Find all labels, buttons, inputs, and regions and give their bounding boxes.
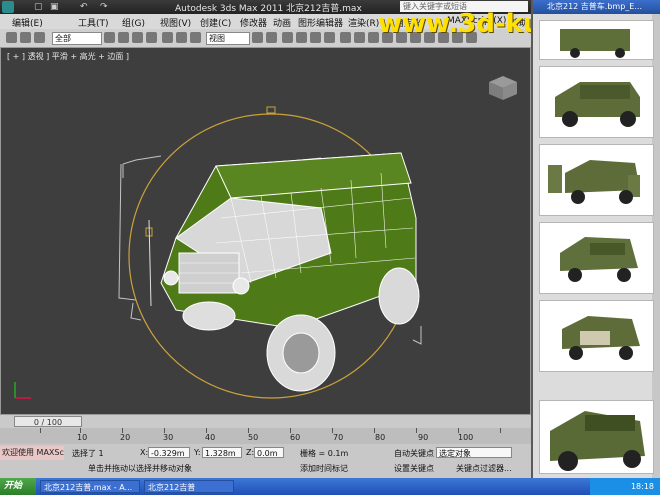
undo-tool-icon[interactable] xyxy=(6,32,17,43)
rectangle-selection-icon[interactable] xyxy=(132,32,143,43)
viewcube-icon[interactable] xyxy=(483,72,521,102)
window-title: Autodesk 3ds Max 2011 北京212吉普.max xyxy=(175,4,362,14)
tick-label: 50 xyxy=(248,433,259,442)
tick-label: 70 xyxy=(333,433,344,442)
start-button[interactable]: 开始 xyxy=(0,478,36,495)
percent-snap-icon[interactable] xyxy=(310,32,321,43)
spinner-snap-icon[interactable] xyxy=(324,32,335,43)
menu-modifiers[interactable]: 修改器 xyxy=(240,16,267,29)
status-panel: 选择了 1 X: -0.329m Y: 1.328m Z: 0.0m 栅格 = … xyxy=(0,444,531,478)
taskbar-item[interactable]: 北京212吉普.max - A... xyxy=(40,480,140,493)
redo-icon[interactable]: ↷ xyxy=(100,2,108,12)
x-label: X: xyxy=(140,448,149,457)
move-icon[interactable] xyxy=(162,32,173,43)
auto-key-button[interactable]: 自动关键点 xyxy=(394,448,434,459)
time-slider[interactable]: 0 / 100 xyxy=(0,415,531,428)
track-bar[interactable]: 10 20 30 40 50 60 70 80 90 100 xyxy=(0,428,531,444)
rotate-icon[interactable] xyxy=(176,32,187,43)
tick-label: 60 xyxy=(290,433,301,442)
app-logo-icon[interactable] xyxy=(2,1,14,13)
menu-rendering[interactable]: 渲染(R) xyxy=(348,16,379,29)
tick-label: 90 xyxy=(418,433,429,442)
vehicle-wireframe-model[interactable] xyxy=(1,48,531,415)
y-coordinate-field[interactable]: 1.328m xyxy=(202,447,242,458)
taskbar-item[interactable]: 北京212吉普 xyxy=(144,480,234,493)
menu-group[interactable]: 组(G) xyxy=(122,16,145,29)
status-prompt: 单击并拖动以选择并移动对象 xyxy=(88,464,192,473)
image-viewer-window: 北京212 吉普车.bmp_E... xyxy=(531,0,660,478)
menu-views[interactable]: 视图(V) xyxy=(160,16,191,29)
key-filters-button[interactable]: 关键点过滤器... xyxy=(456,463,512,474)
set-key-button[interactable]: 设置关键点 xyxy=(394,463,434,474)
reference-photo[interactable] xyxy=(539,144,654,216)
x-coordinate-field[interactable]: -0.329m xyxy=(148,447,190,458)
pivot-center-icon[interactable] xyxy=(252,32,263,43)
add-time-tag-button[interactable]: 添加时间标记 xyxy=(300,463,348,474)
reference-photo[interactable] xyxy=(539,400,654,474)
reference-photo[interactable] xyxy=(539,20,654,60)
undo-icon[interactable]: ↶ xyxy=(80,2,88,12)
select-object-icon[interactable] xyxy=(104,32,115,43)
reference-photo[interactable] xyxy=(539,300,654,372)
menu-edit[interactable]: 编辑(E) xyxy=(12,16,43,29)
reference-coordinate-select[interactable]: 视图 xyxy=(206,32,250,45)
perspective-viewport[interactable]: [ + ] 透视 ] 平滑 + 高光 + 边面 ] xyxy=(0,47,531,415)
windows-taskbar: 开始 北京212吉普.max - A... 北京212吉普 18:18 xyxy=(0,478,660,495)
menu-tools[interactable]: 工具(T) xyxy=(78,16,109,29)
window-crossing-icon[interactable] xyxy=(146,32,157,43)
tick-label: 40 xyxy=(205,433,216,442)
maxscript-listener[interactable]: 欢迎使用 MAXSc xyxy=(0,446,64,460)
selection-filter-select[interactable]: 全部 xyxy=(52,32,102,45)
system-clock[interactable]: 18:18 xyxy=(590,478,660,495)
selected-object-select[interactable]: 选定对象 xyxy=(436,447,512,458)
scale-icon[interactable] xyxy=(190,32,201,43)
y-label: Y: xyxy=(194,448,201,457)
unlink-icon[interactable] xyxy=(34,32,45,43)
tick-label: 100 xyxy=(458,433,474,442)
menu-graph-editors[interactable]: 图形编辑器 xyxy=(298,16,343,29)
z-label: Z: xyxy=(246,448,255,457)
tick-label: 80 xyxy=(375,433,386,442)
snap-toggle-icon[interactable] xyxy=(282,32,293,43)
tick-label: 20 xyxy=(120,433,131,442)
grid-size: 栅格 = 0.1m xyxy=(300,449,349,458)
reference-photo[interactable] xyxy=(539,66,654,138)
angle-snap-icon[interactable] xyxy=(296,32,307,43)
viewer-title: 北京212 吉普车.bmp_E... xyxy=(533,0,660,14)
select-manipulate-icon[interactable] xyxy=(266,32,277,43)
named-selection-icon[interactable] xyxy=(340,32,351,43)
new-file-icon[interactable]: ▢ xyxy=(34,2,43,12)
selection-count: 选择了 1 xyxy=(72,449,104,458)
reference-photo[interactable] xyxy=(539,222,654,294)
select-by-name-icon[interactable] xyxy=(118,32,129,43)
z-coordinate-field[interactable]: 0.0m xyxy=(254,447,284,458)
link-icon[interactable] xyxy=(20,32,31,43)
tick-label: 30 xyxy=(163,433,174,442)
open-file-icon[interactable]: ▣ xyxy=(50,2,59,12)
time-slider-thumb[interactable]: 0 / 100 xyxy=(14,416,82,427)
menu-create[interactable]: 创建(C) xyxy=(200,16,231,29)
tick-label: 10 xyxy=(77,433,88,442)
mirror-icon[interactable] xyxy=(354,32,365,43)
menu-animation[interactable]: 动画 xyxy=(273,16,291,29)
